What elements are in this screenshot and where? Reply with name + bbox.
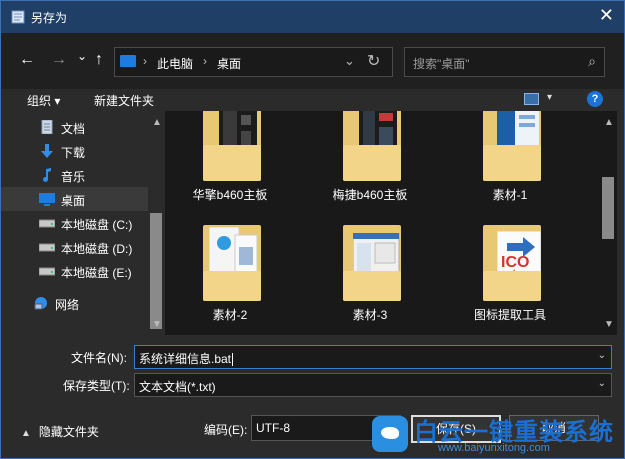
scrollbar-thumb[interactable] [150,213,162,329]
sidebar-item-drive-d[interactable]: 本地磁盘 (D:) [1,235,148,259]
sidebar-item-drive-c[interactable]: 本地磁盘 (C:) [1,211,148,235]
filename-value: 系统详细信息.bat [139,352,232,366]
filetype-value: 文本文档(*.txt) [139,380,216,394]
filetype-select[interactable]: 文本文档(*.txt) ⌄ [134,373,612,397]
sidebar-item-label: 桌面 [61,194,86,208]
drive-icon [39,267,55,276]
hide-folders-button[interactable]: ▲ 隐藏文件夹 [21,423,99,440]
desktop-icon [39,193,55,206]
navigation-pane: 文档 下载 音乐 桌面 本地磁盘 (C:) 本地磁盘 (D:) 本地磁盘 (E:… [1,111,148,335]
folder-icon [203,111,261,181]
document-icon [41,120,53,134]
svg-text:ICO: ICO [501,254,529,271]
sidebar-item-desktop[interactable]: 桌面 [1,187,148,211]
breadcrumb-separator: › [143,54,147,68]
file-name: 素材-1 [492,188,528,202]
sidebar-item-label: 本地磁盘 (C:) [61,218,133,232]
refresh-icon[interactable]: ↻ [367,51,380,71]
filename-input[interactable]: 系统详细信息.bat ⌄ [134,345,612,369]
encoding-label: 编码(E): [204,423,248,437]
file-name: 图标提取工具 [473,308,546,322]
window-title: 另存为 [31,11,68,25]
up-button[interactable]: ↑ [95,51,103,69]
sidebar-scrollbar[interactable]: ▲ ▼ [148,111,165,335]
list-item[interactable]: 梅捷b460主板 [305,111,435,215]
file-list: 华擎b460主板 梅捷b460主板 素材-1 素材-2 素材-3 ICO 图标提… [165,111,600,335]
file-list-scrollbar[interactable]: ▲ ▼ [600,111,617,335]
view-options-icon[interactable] [524,93,539,105]
sidebar-item-downloads[interactable]: 下载 [1,139,148,163]
sidebar-item-label: 本地磁盘 (E:) [61,266,132,280]
file-name: 华擎b460主板 [192,188,268,202]
file-name: 素材-2 [212,308,248,322]
search-placeholder: 搜索"桌面" [413,57,470,71]
computer-icon [120,55,136,67]
filetype-dropdown-icon[interactable]: ⌄ [598,378,606,389]
list-item[interactable]: 素材-1 [445,111,575,215]
forward-button[interactable]: → [51,51,67,69]
music-icon [43,168,51,182]
folder-icon [203,225,261,301]
sidebar-item-label: 音乐 [61,170,86,184]
filetype-label: 保存类型(T): [63,379,130,393]
encoding-value: UTF-8 [256,421,290,435]
back-button[interactable]: ← [19,51,35,69]
breadcrumb-this-pc[interactable]: 此电脑 [157,55,193,72]
list-item[interactable]: 素材-2 [165,225,295,335]
list-item[interactable]: ICO 图标提取工具 [445,225,575,335]
drive-icon [39,243,55,252]
watermark-url: www.baiyunxitong.com [438,442,550,454]
scroll-down-icon[interactable]: ▼ [604,319,614,330]
scroll-up-icon[interactable]: ▲ [152,117,162,128]
navigation-bar: ← → ⌄ ↑ › 此电脑 › 桌面 ⌄ ↻ 搜索"桌面" ⌕ [1,33,624,89]
folder-icon [343,111,401,181]
search-input[interactable]: 搜索"桌面" ⌕ [404,47,605,77]
scrollbar-thumb[interactable] [602,177,614,239]
bird-logo-icon [372,416,408,452]
hide-folders-label: 隐藏文件夹 [38,425,99,439]
sidebar-item-music[interactable]: 音乐 [1,163,148,187]
notepad-icon [11,10,25,24]
folder-icon [483,111,541,181]
sidebar-item-network[interactable]: 网络 [1,291,148,315]
file-name: 素材-3 [352,308,388,322]
command-bar: 组织 ▾ 新建文件夹 ▾ ? [1,89,624,111]
breadcrumb-desktop[interactable]: 桌面 [217,55,241,72]
breadcrumb-separator: › [203,54,207,68]
search-icon[interactable]: ⌕ [588,53,596,70]
new-folder-button[interactable]: 新建文件夹 [94,92,154,109]
organize-menu[interactable]: 组织 ▾ [27,92,60,109]
sidebar-item-documents[interactable]: 文档 [1,115,148,139]
list-item[interactable]: 华擎b460主板 [165,111,295,215]
download-icon [41,144,53,158]
recent-locations-button[interactable]: ⌄ [77,49,87,63]
address-dropdown-icon[interactable]: ⌄ [344,53,355,69]
sidebar-item-label: 网络 [55,298,80,312]
folder-icon [343,225,401,301]
address-bar[interactable]: › 此电脑 › 桌面 ⌄ ↻ [114,47,393,77]
folder-icon: ICO [483,225,541,301]
save-as-dialog: 另存为 ✕ ← → ⌄ ↑ › 此电脑 › 桌面 ⌄ ↻ 搜索"桌面" ⌕ 组织… [0,0,625,459]
scroll-down-icon[interactable]: ▼ [152,319,162,330]
watermark-logo: 白云一键重装系统 www.baiyunxitong.com [368,410,623,458]
filename-dropdown-icon[interactable]: ⌄ [598,350,606,361]
network-icon [34,297,47,310]
filename-label: 文件名(N): [71,351,127,365]
drive-icon [39,219,55,228]
sidebar-item-label: 文档 [61,122,86,136]
view-dropdown-icon[interactable]: ▾ [547,92,552,103]
chevron-up-icon: ▲ [21,428,31,439]
title-bar: 另存为 ✕ [1,1,624,33]
sidebar-item-label: 下载 [61,146,86,160]
sidebar-item-drive-e[interactable]: 本地磁盘 (E:) [1,259,148,283]
list-item[interactable]: 素材-3 [305,225,435,335]
file-name: 梅捷b460主板 [332,188,408,202]
help-icon[interactable]: ? [587,91,603,107]
close-button[interactable]: ✕ [599,5,614,26]
sidebar-item-label: 本地磁盘 (D:) [61,242,133,256]
scroll-up-icon[interactable]: ▲ [604,117,614,128]
